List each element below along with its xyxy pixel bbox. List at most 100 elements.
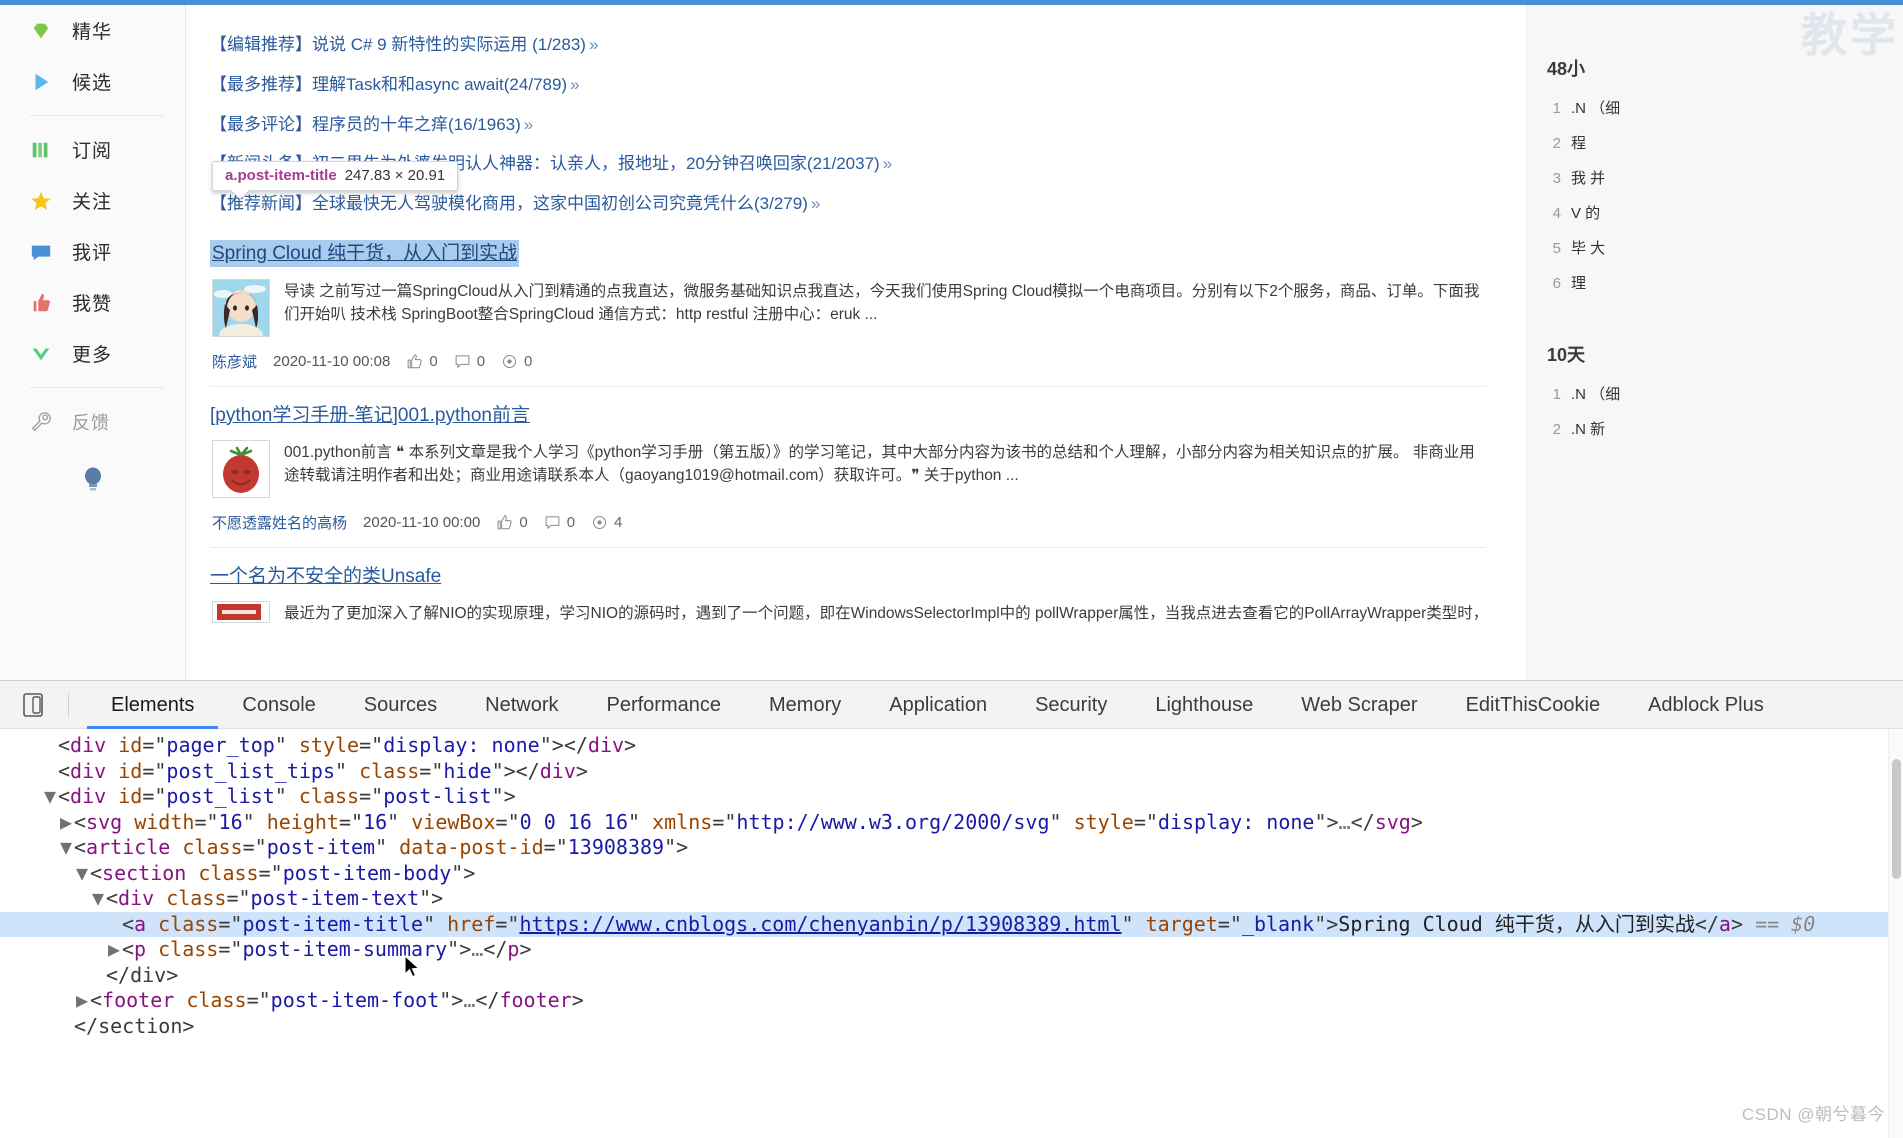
post-view-stat[interactable]: 4	[591, 514, 622, 531]
tab-adblock-plus[interactable]: Adblock Plus	[1624, 681, 1788, 729]
dom-href-link[interactable]: https://www.cnblogs.com/chenyanbin/p/139…	[519, 912, 1121, 936]
post-body: 导读 之前写过一篇SpringCloud从入门到精通的点我直达，微服务基础知识点…	[210, 271, 1486, 343]
site-sidebar-nav: 精华 候选 订阅 关注 我评	[0, 5, 186, 680]
expand-twisty-icon[interactable]: ▶	[74, 988, 90, 1014]
dom-line[interactable]: ···<div id="pager_top" style="display: n…	[0, 733, 1888, 759]
sidebar-item-houxuan[interactable]: 候选	[0, 56, 185, 107]
post-title-link[interactable]: 一个名为不安全的类Unsafe	[210, 564, 441, 589]
dom-tag: section	[102, 861, 186, 885]
rail-row[interactable]: 6 理	[1539, 266, 1903, 301]
tab-elements[interactable]: Elements	[87, 681, 218, 729]
devtools-tab-strip: Elements Console Sources Network Perform…	[87, 681, 1788, 729]
news-link[interactable]: 【推荐新闻】全球最快无人驾驶模化商用，这家中国初创公司究竟凭什么(3/279)	[210, 194, 808, 213]
tab-application[interactable]: Application	[865, 681, 1011, 729]
comment-count: 0	[477, 353, 485, 370]
expand-twisty-icon[interactable]: ▶	[106, 937, 122, 963]
expand-twisty-icon[interactable]: ▼	[42, 784, 58, 810]
post-comment-stat[interactable]: 0	[454, 353, 485, 370]
sidebar-item-dingyue[interactable]: 订阅	[0, 124, 185, 175]
tab-sources[interactable]: Sources	[340, 681, 461, 729]
post-author-link[interactable]: 不愿透露姓名的高杨	[212, 512, 347, 533]
news-link[interactable]: 【编辑推荐】说说 C# 9 新特性的实际运用 (1/283)	[210, 35, 586, 54]
tab-lighthouse[interactable]: Lighthouse	[1131, 681, 1277, 729]
post-author-link[interactable]: 陈彦斌	[212, 351, 257, 372]
post-comment-stat[interactable]: 0	[544, 514, 575, 531]
rail-row[interactable]: 2 程	[1539, 126, 1903, 161]
sidebar-item-guanzhu[interactable]: 关注	[0, 175, 185, 226]
dom-value: display: none	[1158, 810, 1315, 834]
anime-girl-avatar	[213, 280, 269, 336]
dom-line-selected[interactable]: ·······<a class="post-item-title" href="…	[0, 912, 1888, 938]
tab-performance[interactable]: Performance	[583, 681, 746, 729]
tab-editthiscookie[interactable]: EditThisCookie	[1442, 681, 1625, 729]
devtools-scrollbar[interactable]	[1888, 729, 1903, 1138]
dom-line[interactable]: ····▼<section class="post-item-body">	[0, 861, 1888, 887]
tab-web-scraper[interactable]: Web Scraper	[1277, 681, 1441, 729]
dom-text-node: Spring Cloud 纯干货，从入	[1338, 912, 1615, 936]
scrollbar-thumb[interactable]	[1892, 759, 1901, 879]
post-thumbnail[interactable]	[212, 440, 270, 498]
rail-row[interactable]: 4 V 的	[1539, 196, 1903, 231]
tab-network[interactable]: Network	[461, 681, 582, 729]
post-date: 2020-11-10 00:00	[363, 514, 480, 531]
devtools-inspect-tooltip: a.post-item-title247.83 × 20.91	[212, 161, 458, 191]
dom-line[interactable]: ····▶<footer class="post-item-foot">…</f…	[0, 988, 1888, 1014]
like-count: 0	[519, 514, 527, 531]
rail-index: 4	[1547, 203, 1561, 224]
dom-line[interactable]: ·····▼<div class="post-item-text">	[0, 886, 1888, 912]
tab-memory[interactable]: Memory	[745, 681, 865, 729]
dom-line[interactable]: ······▶<p class="post-item-summary">…</p…	[0, 937, 1888, 963]
eye-icon	[501, 353, 518, 370]
rail-row[interactable]: 1 .N （细	[1539, 377, 1903, 412]
rail-row[interactable]: 5 毕 大	[1539, 231, 1903, 266]
news-row[interactable]: 【最多推荐】理解Task和和async await(24/789)»	[210, 65, 1486, 105]
dom-tag: a	[1719, 912, 1731, 936]
post-like-stat[interactable]: 0	[496, 514, 527, 531]
dom-close-tag: </section>	[74, 1014, 194, 1038]
sidebar-item-gengduo[interactable]: 更多	[0, 328, 185, 379]
dom-line[interactable]: ···<div id="post_list_tips" class="hide"…	[0, 759, 1888, 785]
sidebar-item-woping[interactable]: 我评	[0, 226, 185, 277]
sidebar-item-wozan[interactable]: 我赞	[0, 277, 185, 328]
post-title-link[interactable]: Spring Cloud 纯干货，从入门到实战	[210, 240, 519, 267]
rail-watermark: 教学	[1801, 5, 1899, 65]
expand-twisty-icon[interactable]: ▼	[90, 886, 106, 912]
sidebar-item-jinghua[interactable]: 精华	[0, 5, 185, 56]
rail-row[interactable]: 2 .N 新	[1539, 412, 1903, 447]
dom-line[interactable]: ······</div>	[0, 963, 1888, 989]
dom-attr: class	[198, 861, 258, 885]
news-arrow: »	[808, 194, 820, 213]
dom-tree[interactable]: ···<div id="pager_top" style="display: n…	[0, 729, 1888, 1138]
sidebar-item-fankui[interactable]: 反馈	[0, 396, 185, 447]
device-toolbar-icon[interactable]	[14, 688, 52, 722]
news-link[interactable]: 【最多推荐】理解Task和和async await(24/789)	[210, 75, 567, 94]
rail-row[interactable]: 3 我 并	[1539, 161, 1903, 196]
dom-line[interactable]: ··▼<div id="post_list" class="post-list"…	[0, 784, 1888, 810]
expand-twisty-icon[interactable]: ▶	[58, 810, 74, 836]
post-thumbnail[interactable]	[212, 279, 270, 337]
rail-row[interactable]: 1 .N （细	[1539, 91, 1903, 126]
expand-twisty-icon[interactable]: ▼	[58, 835, 74, 861]
dom-line[interactable]: ····</section>	[0, 1014, 1888, 1040]
tab-security[interactable]: Security	[1011, 681, 1131, 729]
dom-tag: footer	[499, 988, 571, 1012]
tab-console[interactable]: Console	[218, 681, 339, 729]
news-row[interactable]: 【最多评论】程序员的十年之痒(16/1963)»	[210, 105, 1486, 145]
lightbulb-icon[interactable]	[81, 465, 105, 495]
post-like-stat[interactable]: 0	[406, 353, 437, 370]
post-view-stat[interactable]: 0	[501, 353, 532, 370]
thumbs-up-icon	[30, 292, 52, 314]
dom-line[interactable]: ···▶<svg width="16" height="16" viewBox=…	[0, 810, 1888, 836]
rail-index: 6	[1547, 273, 1561, 294]
dom-attr: style	[299, 733, 359, 757]
news-row[interactable]: 【编辑推荐】说说 C# 9 新特性的实际运用 (1/283)»	[210, 25, 1486, 65]
dom-value: post-list	[383, 784, 491, 808]
rail-text: 毕 大	[1571, 238, 1605, 259]
dom-value: _blank	[1242, 912, 1314, 936]
post-thumbnail[interactable]	[212, 601, 270, 623]
dom-line[interactable]: ···▼<article class="post-item" data-post…	[0, 835, 1888, 861]
dom-value: pager_top	[166, 733, 274, 757]
expand-twisty-icon[interactable]: ▼	[74, 861, 90, 887]
news-link[interactable]: 【最多评论】程序员的十年之痒(16/1963)	[210, 115, 521, 134]
post-title-link[interactable]: [python学习手册-笔记]001.python前言	[210, 403, 530, 428]
